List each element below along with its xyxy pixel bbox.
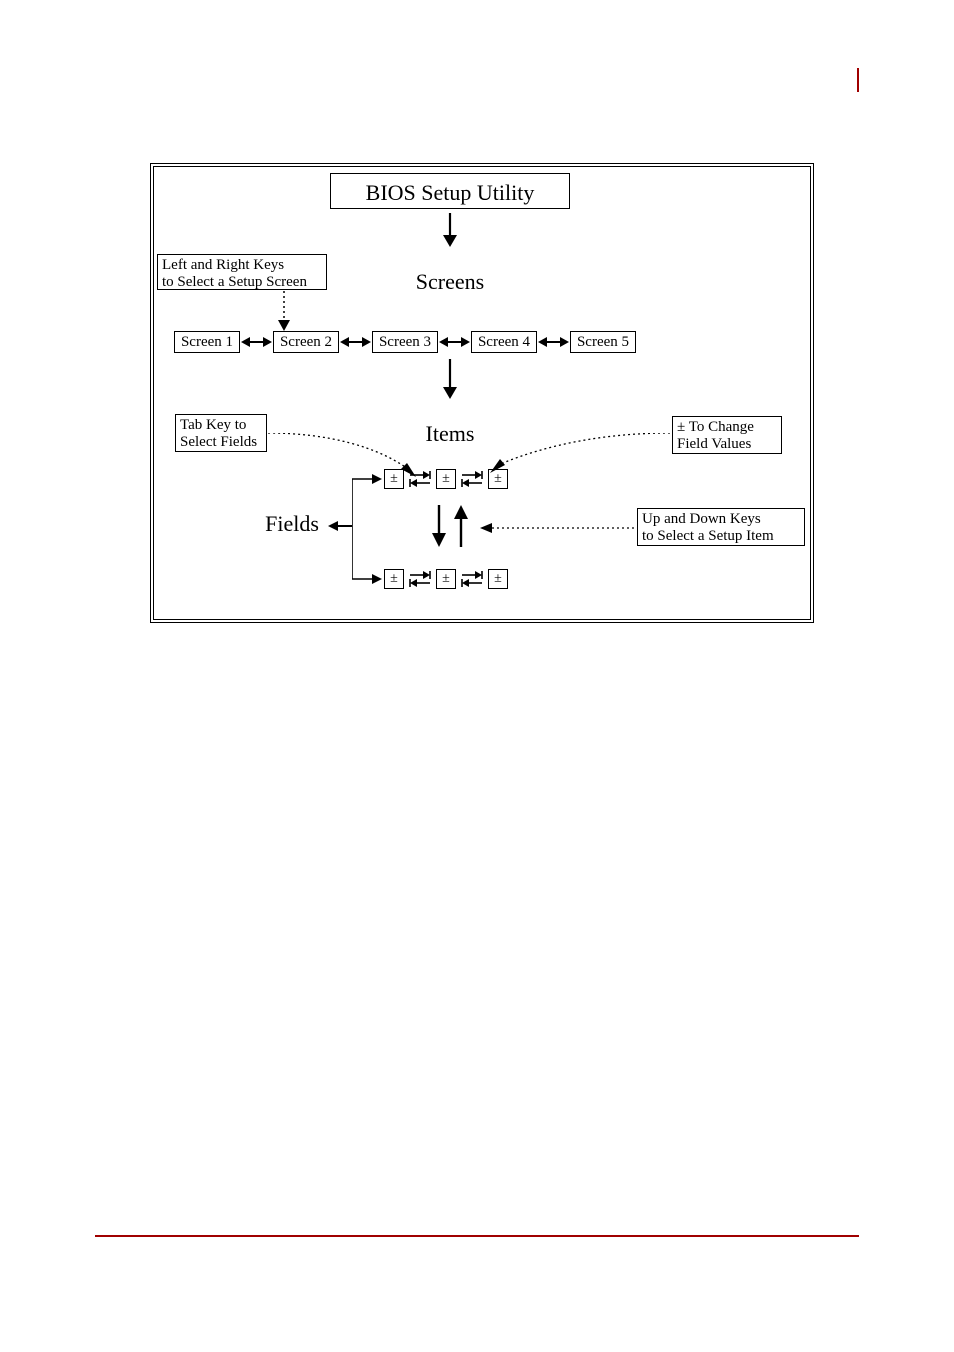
arrow-left-icon	[328, 519, 352, 533]
dashed-curve-icon	[490, 433, 670, 473]
note-updown-text: Up and Down Keys to Select a Setup Item	[642, 511, 774, 544]
note-tab: Tab Key to Select Fields	[175, 414, 267, 452]
note-tab-text: Tab Key to Select Fields	[180, 417, 257, 450]
arrow-down-icon	[431, 505, 447, 547]
plusminus-box: ±	[436, 569, 456, 589]
plusminus-box: ±	[436, 469, 456, 489]
note-left-right: Left and Right Keys to Select a Setup Sc…	[157, 254, 327, 290]
screen-box-5: Screen 5	[570, 331, 636, 353]
tab-icon	[408, 569, 432, 589]
screen-box-3: Screen 3	[372, 331, 438, 353]
tab-icon	[460, 569, 484, 589]
plusminus-box: ±	[488, 469, 508, 489]
items-label: Items	[415, 421, 485, 447]
frame-inner	[153, 166, 811, 620]
dashed-arrow-icon	[277, 291, 291, 331]
screen-box-2: Screen 2	[273, 331, 339, 353]
dashed-arrow-left-icon	[480, 521, 635, 535]
footer-rule	[95, 1235, 859, 1237]
arrow-down-icon	[441, 213, 459, 247]
double-arrow-icon	[241, 335, 272, 349]
note-updown: Up and Down Keys to Select a Setup Item	[637, 508, 805, 546]
diagram-frame: BIOS Setup Utility Screens Left and Righ…	[150, 163, 814, 623]
arrow-down-icon	[441, 359, 459, 399]
plusminus-box: ±	[488, 569, 508, 589]
title-text: BIOS Setup Utility	[366, 180, 535, 205]
arrow-up-icon	[453, 505, 469, 547]
note-plusminus: ± To Change Field Values	[672, 416, 782, 454]
page: BIOS Setup Utility Screens Left and Righ…	[0, 0, 954, 1352]
note-left-right-text: Left and Right Keys to Select a Setup Sc…	[162, 257, 307, 290]
screen-box-1: Screen 1	[174, 331, 240, 353]
plusminus-box: ±	[384, 469, 404, 489]
title-box: BIOS Setup Utility	[330, 173, 570, 209]
note-plusminus-text: ± To Change Field Values	[677, 419, 754, 452]
double-arrow-icon	[538, 335, 569, 349]
screen-box-4: Screen 4	[471, 331, 537, 353]
screens-label: Screens	[405, 269, 495, 295]
fields-label: Fields	[257, 511, 327, 537]
double-arrow-icon	[340, 335, 371, 349]
tab-icon	[460, 469, 484, 489]
double-arrow-icon	[439, 335, 470, 349]
text-cursor	[857, 68, 859, 92]
tab-icon	[408, 469, 432, 489]
bracket-icon	[352, 471, 382, 587]
plusminus-box: ±	[384, 569, 404, 589]
